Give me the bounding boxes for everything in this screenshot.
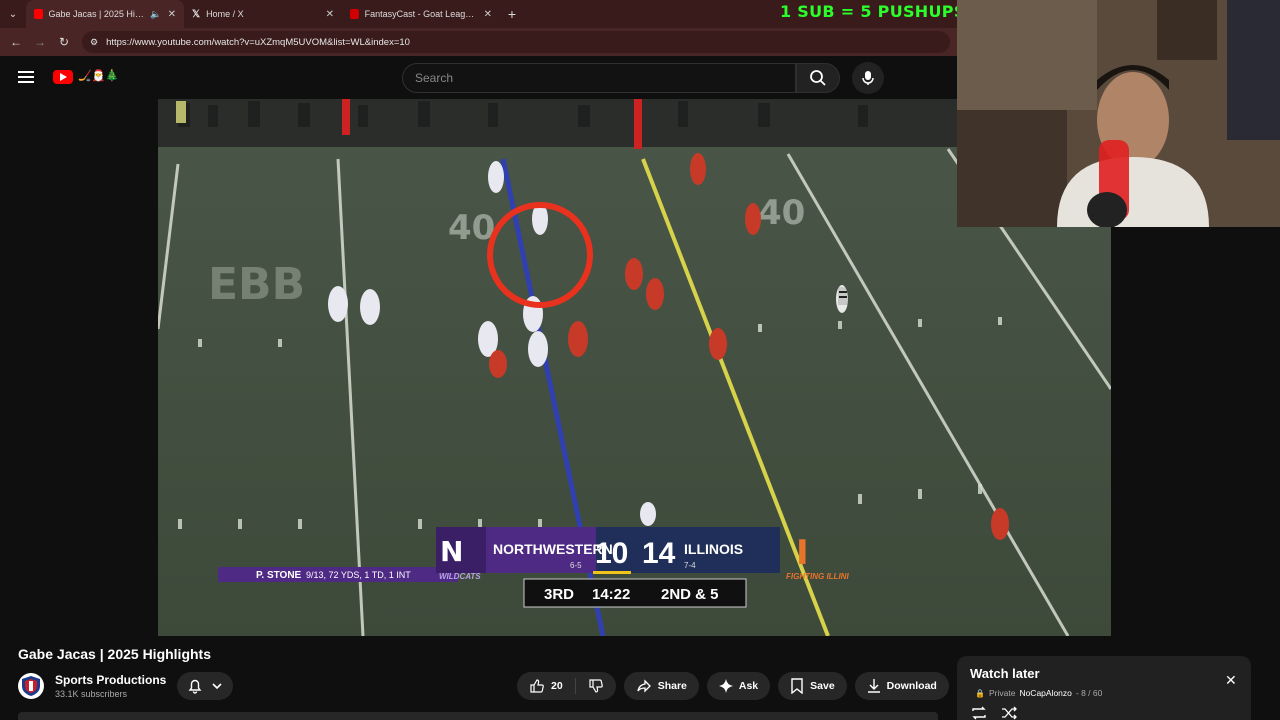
- youtube-favicon-icon: [34, 9, 43, 19]
- download-button[interactable]: Download: [854, 672, 949, 700]
- tab-title: FantasyCast - Goat League - ES: [364, 9, 478, 19]
- away-team-score: 14: [642, 537, 676, 570]
- fighting-illini-text: FIGHTING ILLINI: [786, 572, 849, 581]
- share-icon: [637, 679, 651, 693]
- url-text: https://www.youtube.com/watch?v=uXZmqM5U…: [106, 36, 410, 48]
- tab-close-icon[interactable]: ✕: [484, 9, 492, 20]
- down-and-distance: 2ND & 5: [661, 586, 719, 603]
- svg-text:40: 40: [448, 208, 495, 248]
- scorebug-player-stats: 9/13, 72 YDS, 1 TD, 1 INT: [306, 570, 411, 580]
- tab-x[interactable]: 𝕏 Home / X ✕: [184, 0, 342, 28]
- quarter: 3RD: [544, 586, 574, 603]
- site-info-icon[interactable]: ⚙: [90, 37, 98, 48]
- bookmark-icon: [791, 678, 803, 694]
- close-icon[interactable]: ✕: [1225, 672, 1237, 689]
- playlist-position: - 8 / 60: [1075, 688, 1103, 698]
- webcam-overlay: [957, 0, 1280, 227]
- wildcats-text: WILDCATS: [439, 572, 481, 581]
- watch-later-panel: Watch later 🔒 Private NoCapAlonzo - 8 / …: [957, 656, 1251, 720]
- tab-espn[interactable]: FantasyCast - Goat League - ES ✕: [342, 0, 500, 28]
- notification-bell-button[interactable]: [177, 672, 233, 700]
- youtube-header: 🏒🎅🎄 Search: [0, 58, 958, 98]
- playlist-controls: [971, 706, 1017, 720]
- northwestern-logo: N: [440, 535, 463, 568]
- lock-icon: 🔒: [975, 688, 985, 698]
- like-button[interactable]: 20: [517, 672, 575, 700]
- thumbs-down-icon: [589, 679, 603, 693]
- search-button[interactable]: [796, 63, 840, 93]
- tab-youtube[interactable]: Gabe Jacas | 2025 Highlight 🔈 ✕: [26, 0, 184, 28]
- voice-search-button[interactable]: [852, 62, 884, 94]
- tab-title: Home / X: [206, 9, 244, 19]
- espn-favicon-icon: [350, 9, 359, 19]
- playlist-owner[interactable]: NoCapAlonzo: [1019, 688, 1071, 698]
- shield-icon: [22, 676, 40, 696]
- away-team-name: ILLINOIS: [684, 541, 743, 557]
- menu-icon[interactable]: [18, 71, 34, 83]
- forward-arrow-icon[interactable]: →: [28, 35, 52, 49]
- screen: ⌄ Gabe Jacas | 2025 Highlight 🔈 ✕ 𝕏 Home…: [0, 0, 1280, 720]
- action-bar: 20 Share Ask Save Download: [517, 672, 985, 700]
- speaker-icon: 🔈: [150, 8, 162, 19]
- search-icon: [810, 70, 826, 86]
- stream-overlay-text: 1 SUB = 5 PUSHUPS: [780, 2, 966, 21]
- tab-list-button[interactable]: ⌄: [0, 0, 26, 28]
- playlist-meta: 🔒 Private NoCapAlonzo - 8 / 60: [975, 688, 1102, 698]
- description-box-edge: [18, 712, 938, 720]
- download-label: Download: [886, 680, 937, 692]
- ask-button[interactable]: Ask: [706, 672, 771, 700]
- tab-title: Gabe Jacas | 2025 Highlight: [48, 9, 145, 19]
- save-button[interactable]: Save: [778, 672, 847, 700]
- doodle-logo-icon[interactable]: 🏒🎅🎄: [78, 69, 119, 82]
- svg-text:40: 40: [758, 193, 805, 233]
- video-title: Gabe Jacas | 2025 Highlights: [18, 646, 211, 662]
- url-field[interactable]: ⚙ https://www.youtube.com/watch?v=uXZmqM…: [82, 31, 950, 53]
- reload-icon[interactable]: ↻: [52, 35, 76, 49]
- search-input[interactable]: Search: [402, 63, 796, 93]
- thumbs-up-icon: [530, 679, 544, 693]
- playlist-title[interactable]: Watch later: [970, 666, 1040, 681]
- game-clock: 14:22: [592, 586, 630, 603]
- loop-icon[interactable]: [971, 706, 987, 720]
- sparkle-icon: [718, 679, 733, 693]
- illinois-logo: I: [796, 533, 809, 573]
- download-icon: [867, 679, 880, 693]
- chevron-down-icon: [212, 683, 222, 690]
- shuffle-icon[interactable]: [1001, 706, 1017, 720]
- new-tab-button[interactable]: +: [500, 6, 524, 22]
- youtube-logo[interactable]: [53, 70, 73, 84]
- playlist-privacy: Private: [988, 688, 1016, 698]
- channel-name[interactable]: Sports Productions: [55, 673, 166, 687]
- streamer-webcam-image: [957, 0, 1280, 227]
- home-team-record: 6-5: [570, 561, 582, 570]
- bell-icon: [188, 679, 202, 694]
- save-label: Save: [810, 680, 835, 692]
- away-team-record: 7-4: [684, 561, 696, 570]
- like-dislike-group: 20: [517, 672, 616, 700]
- tab-close-icon[interactable]: ✕: [326, 9, 334, 20]
- dislike-button[interactable]: [576, 672, 616, 700]
- tab-close-icon[interactable]: ✕: [168, 9, 176, 20]
- microphone-icon: [862, 71, 874, 85]
- address-bar: ← → ↻ ⚙ https://www.youtube.com/watch?v=…: [0, 28, 958, 56]
- search-placeholder: Search: [415, 71, 454, 85]
- back-arrow-icon[interactable]: ←: [4, 35, 28, 49]
- scorebug-player-name: P. STONE: [256, 570, 302, 581]
- home-team-score: 10: [595, 537, 628, 570]
- svg-text:EBB: EBB: [208, 259, 305, 310]
- share-button[interactable]: Share: [623, 672, 699, 700]
- ask-label: Ask: [738, 680, 759, 692]
- x-logo-icon: 𝕏: [192, 8, 201, 20]
- like-count: 20: [551, 680, 563, 692]
- share-label: Share: [657, 680, 687, 692]
- channel-avatar[interactable]: [18, 673, 44, 699]
- subscriber-count: 33.1K subscribers: [55, 689, 128, 699]
